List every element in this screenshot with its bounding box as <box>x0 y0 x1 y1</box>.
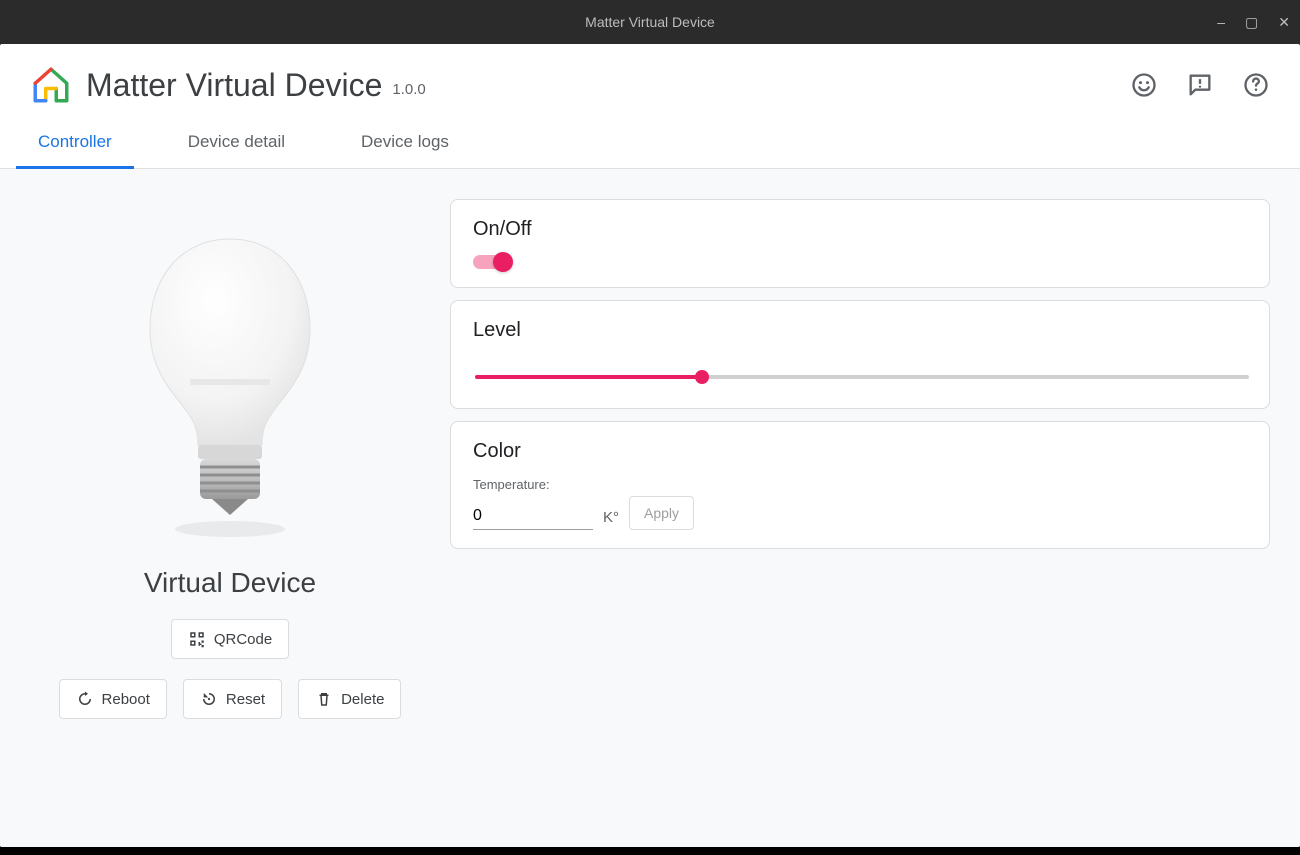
lightbulb-icon <box>130 229 330 549</box>
level-title: Level <box>473 319 1247 342</box>
tab-device-logs[interactable]: Device logs <box>353 116 457 168</box>
feedback-icon[interactable] <box>1186 71 1214 99</box>
delete-button-label: Delete <box>341 691 384 708</box>
tab-controller-label: Controller <box>38 132 112 151</box>
apply-button-label: Apply <box>644 505 679 521</box>
content-area: Virtual Device QRCode Reboot Reset <box>0 169 1300 847</box>
device-column: Virtual Device QRCode Reboot Reset <box>30 199 430 817</box>
tab-controller[interactable]: Controller <box>30 116 120 168</box>
window-controls: – ▢ ✕ <box>1217 0 1290 44</box>
tab-device-detail-label: Device detail <box>188 132 285 151</box>
temperature-label: Temperature: <box>473 477 1247 492</box>
reboot-icon <box>76 690 94 708</box>
reset-button[interactable]: Reset <box>183 679 282 719</box>
level-slider[interactable] <box>475 375 1249 379</box>
reboot-button[interactable]: Reboot <box>59 679 167 719</box>
color-title: Color <box>473 440 1247 463</box>
help-icon[interactable] <box>1242 71 1270 99</box>
reset-button-label: Reset <box>226 691 265 708</box>
color-card: Color Temperature: K° Apply <box>450 421 1270 549</box>
qrcode-icon <box>188 630 206 648</box>
onoff-toggle[interactable] <box>473 255 509 269</box>
qrcode-button[interactable]: QRCode <box>171 619 289 659</box>
qrcode-button-label: QRCode <box>214 631 272 648</box>
window-minimize-button[interactable]: – <box>1217 15 1225 29</box>
window-title: Matter Virtual Device <box>585 14 715 30</box>
reset-icon <box>200 690 218 708</box>
window-titlebar: Matter Virtual Device – ▢ ✕ <box>0 0 1300 44</box>
tab-device-logs-label: Device logs <box>361 132 449 151</box>
onoff-title: On/Off <box>473 218 1247 241</box>
app-header: Matter Virtual Device 1.0.0 <box>0 44 1300 116</box>
onoff-toggle-knob <box>493 252 513 272</box>
level-card: Level <box>450 300 1270 409</box>
window-maximize-button[interactable]: ▢ <box>1245 15 1258 29</box>
apply-button[interactable]: Apply <box>629 496 694 530</box>
controls-column: On/Off Level Color Temperature: K° <box>450 199 1270 817</box>
tab-bar: Controller Device detail Device logs <box>0 116 1300 169</box>
app-root: Matter Virtual Device 1.0.0 Controller D… <box>0 44 1300 847</box>
app-title: Matter Virtual Device <box>86 67 382 104</box>
smiley-icon[interactable] <box>1130 71 1158 99</box>
app-version: 1.0.0 <box>392 81 425 98</box>
tab-device-detail[interactable]: Device detail <box>180 116 293 168</box>
device-name: Virtual Device <box>144 567 316 599</box>
temperature-unit: K° <box>603 509 619 530</box>
window-close-button[interactable]: ✕ <box>1278 15 1290 29</box>
delete-button[interactable]: Delete <box>298 679 401 719</box>
reboot-button-label: Reboot <box>102 691 150 708</box>
google-home-logo-icon <box>30 64 72 106</box>
onoff-card: On/Off <box>450 199 1270 288</box>
temperature-input[interactable] <box>473 503 593 530</box>
trash-icon <box>315 690 333 708</box>
